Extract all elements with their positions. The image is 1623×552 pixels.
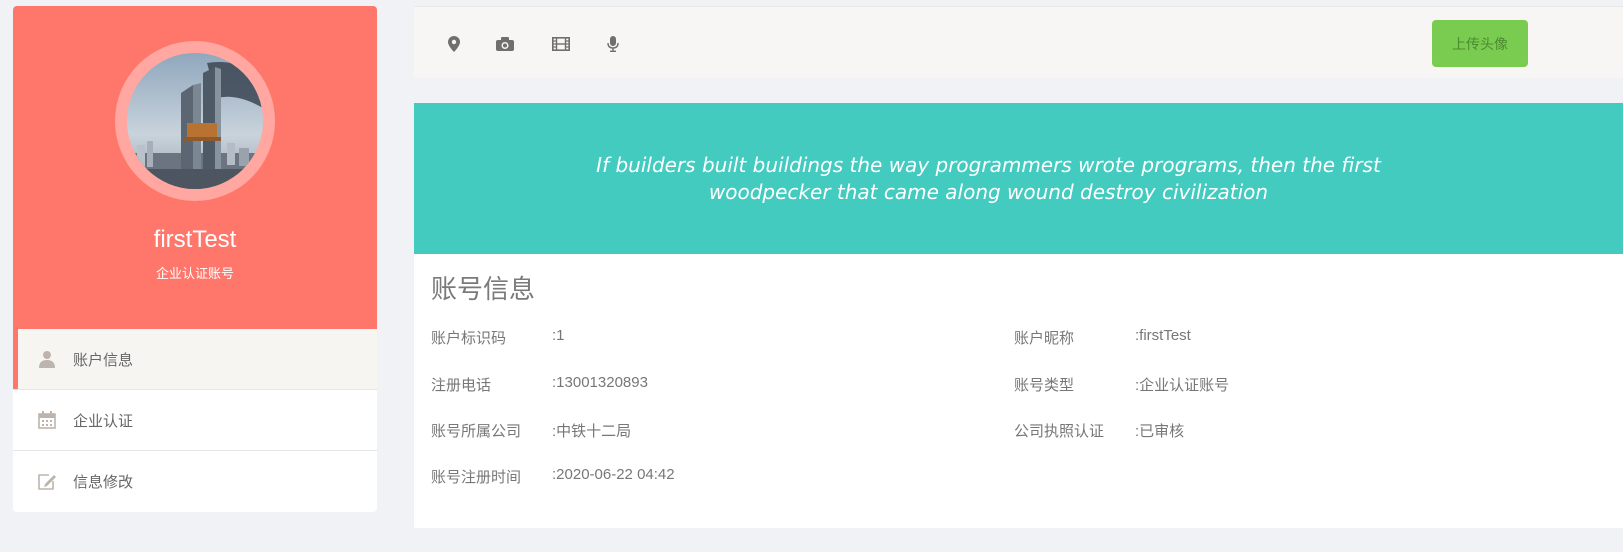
film-icon[interactable] xyxy=(551,34,571,54)
quote-banner: If builders built buildings the way prog… xyxy=(414,103,1623,254)
edit-icon xyxy=(37,472,57,492)
sidebar-item-label: 企业认证 xyxy=(73,412,134,430)
info-row-account-id: 账户标识码 :1 xyxy=(431,327,565,348)
info-value: :1 xyxy=(552,327,565,344)
info-row-company: 账号所属公司 :中铁十二局 xyxy=(431,420,631,441)
profile-header: firstTest 企业认证账号 xyxy=(13,6,377,329)
info-value: :企业认证账号 xyxy=(1135,377,1230,394)
info-label: 账号类型 xyxy=(1014,377,1075,394)
info-row-nickname: 账户昵称 :firstTest xyxy=(1014,327,1191,348)
info-label: 账户昵称 xyxy=(1014,330,1075,347)
info-row-register-time: 账号注册时间 :2020-06-22 04:42 xyxy=(431,466,675,487)
info-label: 账户标识码 xyxy=(431,330,507,347)
info-value: :firstTest xyxy=(1135,327,1191,344)
microphone-icon[interactable] xyxy=(603,34,623,54)
profile-card: firstTest 企业认证账号 账户信息 企业认证 信息修改 xyxy=(13,6,377,512)
media-toolbar: 上传头像 xyxy=(414,6,1623,78)
upload-avatar-button[interactable]: 上传头像 xyxy=(1432,20,1528,67)
side-menu: 账户信息 企业认证 信息修改 xyxy=(13,329,377,512)
user-icon xyxy=(37,349,57,369)
sidebar-item-label: 账户信息 xyxy=(73,351,134,369)
info-label: 账号所属公司 xyxy=(431,423,522,440)
map-marker-icon[interactable] xyxy=(444,34,464,54)
username: firstTest xyxy=(153,226,237,253)
calendar-icon xyxy=(37,410,57,430)
account-info-panel: 账号信息 账户标识码 :1 注册电话 :13001320893 账号所属公司 :… xyxy=(414,254,1623,528)
info-value: :2020-06-22 04:42 xyxy=(552,466,675,483)
info-row-account-type: 账号类型 :企业认证账号 xyxy=(1014,374,1229,395)
account-type-label: 企业认证账号 xyxy=(155,266,234,281)
info-label: 注册电话 xyxy=(431,377,492,394)
sidebar-item-edit-info[interactable]: 信息修改 xyxy=(13,451,377,512)
info-value: :中铁十二局 xyxy=(552,423,632,440)
avatar[interactable] xyxy=(127,53,263,189)
info-label: 账号注册时间 xyxy=(431,469,522,486)
camera-icon[interactable] xyxy=(495,34,515,54)
quote-text: If builders built buildings the way prog… xyxy=(596,152,1381,204)
sidebar-item-enterprise-cert[interactable]: 企业认证 xyxy=(13,390,377,451)
sidebar-item-label: 信息修改 xyxy=(73,474,134,491)
info-row-phone: 注册电话 :13001320893 xyxy=(431,374,648,395)
info-label: 公司执照认证 xyxy=(1014,423,1105,440)
avatar-ring xyxy=(115,41,275,201)
section-title: 账号信息 xyxy=(431,274,536,304)
info-value: :13001320893 xyxy=(552,374,648,391)
sidebar-item-account-info[interactable]: 账户信息 xyxy=(13,329,377,390)
info-row-license-cert: 公司执照认证 :已审核 xyxy=(1014,420,1184,441)
info-value: :已审核 xyxy=(1135,423,1185,440)
